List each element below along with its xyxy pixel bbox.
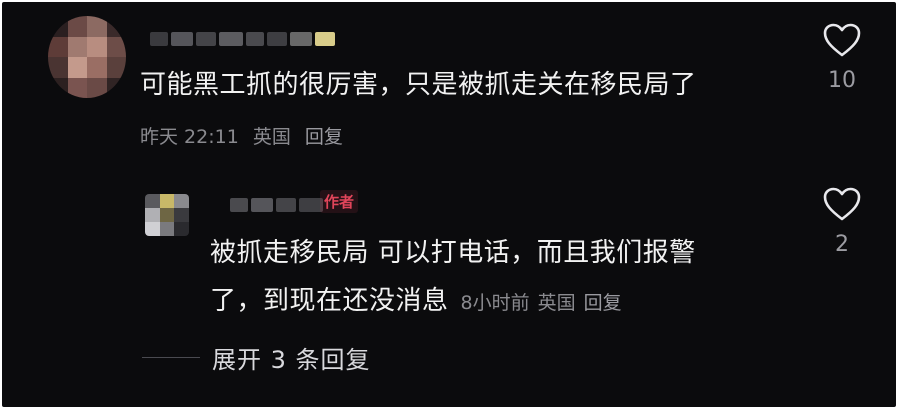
avatar-pixel [174, 222, 189, 236]
avatar-pixel [174, 194, 189, 208]
avatar-pixel [106, 16, 126, 37]
avatar-pixel [106, 57, 126, 78]
avatar[interactable] [48, 16, 126, 98]
avatar-pixel [145, 222, 160, 236]
avatar-pixel [87, 16, 107, 37]
username-pixel [171, 32, 193, 46]
avatar-pixel [159, 208, 175, 222]
reply-time: 8小时前 [460, 292, 530, 314]
avatar-pixel [145, 208, 160, 222]
comment-text: 可能黑工抓的很厉害，只是被抓走关在移民局了 [140, 70, 697, 100]
avatar-pixel [48, 77, 68, 98]
author-badge: 作者 [320, 190, 359, 213]
avatar-pixel [48, 36, 68, 57]
username-pixel [246, 32, 264, 46]
expand-replies[interactable]: 展开 3 条回复 [142, 340, 371, 375]
reply-location: 英国 [537, 292, 576, 314]
avatar-pixel [67, 77, 87, 98]
avatar-pixel [159, 194, 175, 208]
comment-meta: 昨天 22:11 英国 回复 [140, 122, 351, 149]
avatar-pixel [87, 57, 107, 78]
comment-location: 英国 [252, 126, 291, 148]
expand-divider [142, 357, 200, 358]
reply-meta: 8小时前 英国 回复 [461, 292, 630, 314]
comment-time: 昨天 22:11 [140, 126, 239, 148]
avatar-pixel [48, 16, 68, 37]
reply-text-line2: 了，到现在还没消息 8小时前 英国 回复 [210, 280, 630, 317]
username-pixel [196, 32, 216, 46]
comment-panel: 可能黑工抓的很厉害，只是被抓走关在移民局了 昨天 22:11 英国 回复 10 … [2, 2, 896, 407]
username-pixel [267, 32, 287, 46]
reply-like-button[interactable]: 2 [820, 186, 864, 257]
reply-like-count: 2 [835, 232, 849, 257]
reply-text-line1: 被抓走移民局 可以打电话，而且我们报警 [210, 238, 696, 268]
username-blurred[interactable] [150, 32, 335, 46]
avatar-pixel [67, 36, 87, 57]
avatar-pixel [67, 16, 87, 37]
username-pixel [315, 32, 335, 46]
username-pixel [290, 32, 312, 46]
avatar-pixel [48, 57, 68, 78]
username-pixel [150, 32, 168, 46]
expand-replies-label: 展开 3 条回复 [212, 346, 371, 374]
reply-reply-button[interactable]: 回复 [584, 292, 622, 314]
heart-outline-icon [823, 187, 861, 221]
avatar-pixel [87, 36, 107, 57]
avatar-pixel [106, 36, 126, 57]
reply-avatar[interactable] [145, 194, 189, 236]
avatar-pixel [145, 194, 160, 208]
like-button[interactable]: 10 [820, 22, 864, 93]
username-pixel [230, 198, 248, 212]
avatar-pixel [67, 57, 87, 78]
avatar-pixel [159, 222, 175, 236]
avatar-pixel [106, 77, 126, 98]
heart-outline-icon [823, 23, 861, 57]
username-pixel [251, 198, 273, 212]
like-count: 10 [828, 68, 856, 93]
avatar-pixel [87, 77, 107, 98]
username-pixel [219, 32, 243, 46]
reply-text-line2-content: 了，到现在还没消息 [210, 286, 449, 316]
username-pixel [276, 198, 296, 212]
reply-username-blurred[interactable] [230, 198, 323, 212]
reply-button[interactable]: 回复 [305, 126, 343, 148]
avatar-pixel [174, 208, 189, 222]
